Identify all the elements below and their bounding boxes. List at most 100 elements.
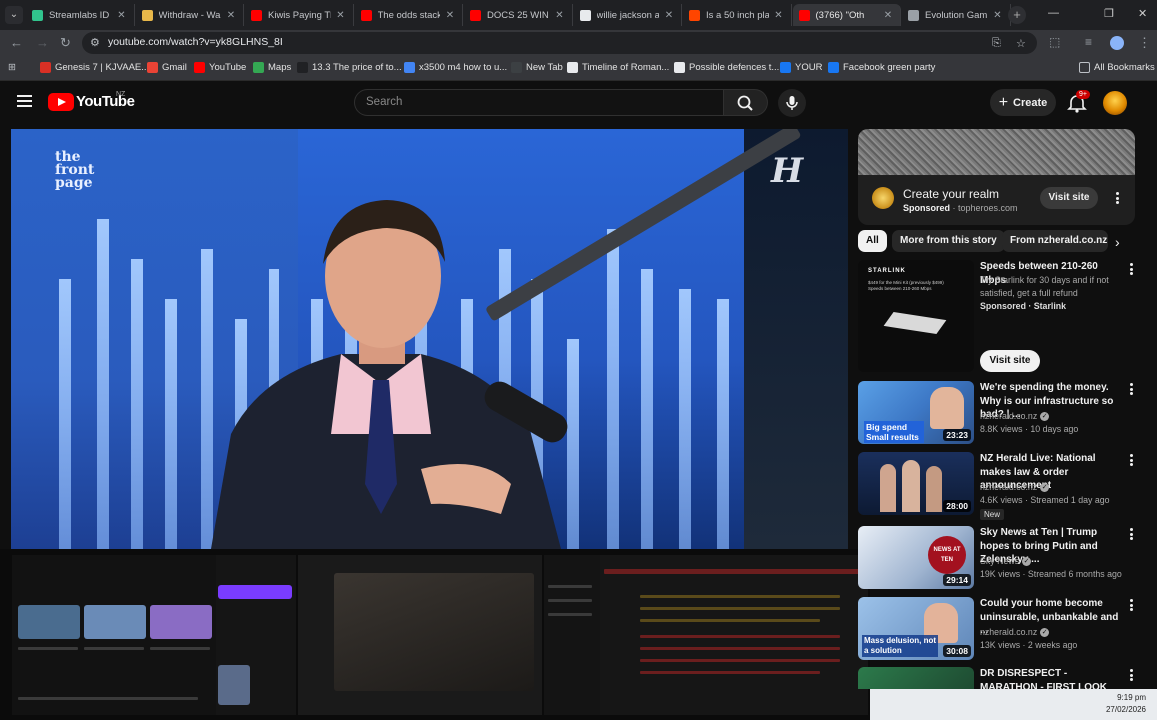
video-thumbnail[interactable] <box>858 667 974 689</box>
video-item[interactable]: Mass delusion, not a solution 30:08 Coul… <box>858 597 1143 665</box>
video-item[interactable]: DR DISRESPECT - MARATHON - FIRST LOOK GA… <box>858 667 1143 689</box>
profile-icon[interactable] <box>1110 36 1124 50</box>
sponsored-video-item[interactable]: STARLINK $449 for the Mini Kit (previous… <box>858 260 1143 376</box>
video-title[interactable]: DR DISRESPECT - MARATHON - FIRST LOOK GA… <box>980 667 1120 689</box>
video-item[interactable]: Big spend Small results 23:23 We're spen… <box>858 381 1143 449</box>
browser-tab[interactable]: Kiwis Paying Tho ✕ <box>245 4 354 26</box>
browser-tab[interactable]: Is a 50 inch plas ✕ <box>683 4 792 26</box>
search-box[interactable] <box>354 89 724 116</box>
tab-close-icon[interactable]: ✕ <box>444 10 456 21</box>
back-icon[interactable]: ← <box>10 35 23 50</box>
system-clock[interactable]: 9:19 pm 27/02/2026 <box>1106 692 1146 716</box>
account-avatar[interactable] <box>1103 91 1127 115</box>
video-more-options-icon[interactable] <box>1128 263 1134 277</box>
channel-link[interactable]: Sky News <box>980 556 1019 566</box>
bookmark-item[interactable]: 13.3 The price of to... <box>297 62 402 73</box>
video-item[interactable]: 28:00 NZ Herald Live: National makes law… <box>858 452 1143 520</box>
browser-tab[interactable]: The odds stacke✕ <box>355 4 463 26</box>
browser-tab[interactable]: (3766) "Oth ✕ <box>792 4 901 26</box>
search-button[interactable] <box>724 89 768 116</box>
omnibox[interactable]: ⚙ youtube.com/watch?v=yk8GLHNS_8I ⎘ ☆ <box>82 32 1037 54</box>
tab-search-menu-icon[interactable]: ⌄ <box>5 6 23 24</box>
bookmark-item[interactable]: Facebook green party <box>828 62 935 73</box>
video-thumbnail[interactable]: 28:00 <box>858 452 974 515</box>
channel-link[interactable]: nzherald.co.nz <box>980 627 1037 637</box>
channel-name[interactable]: nzherald.co.nz ✓ <box>980 410 1050 423</box>
create-button[interactable]: + Create <box>990 89 1056 116</box>
chevron-right-icon[interactable]: › <box>1115 234 1120 250</box>
video-more-options-icon[interactable] <box>1128 669 1134 683</box>
bookmark-item[interactable]: Possible defences t... <box>674 62 779 73</box>
starlink-dish-image <box>883 312 947 334</box>
browser-tab[interactable]: Streamlabs ID - ✕ <box>26 4 135 26</box>
extensions-icon[interactable]: ⬚ <box>1049 35 1060 49</box>
search-input[interactable] <box>366 96 706 108</box>
channel-name[interactable]: Sky News ✓ <box>980 555 1032 568</box>
chip-all[interactable]: All <box>858 230 887 252</box>
channel-name[interactable]: nzherald.co.nz ✓ <box>980 626 1050 639</box>
ad-visit-site-button[interactable]: Visit site <box>1040 187 1098 209</box>
video-thumbnail[interactable]: STARLINK $449 for the Mini Kit (previous… <box>858 260 974 372</box>
tab-close-icon[interactable]: ✕ <box>992 10 1004 21</box>
reload-icon[interactable]: ↻ <box>60 35 71 51</box>
bookmark-item[interactable]: YOUR <box>780 62 822 73</box>
new-tab-button[interactable]: + <box>1008 6 1026 24</box>
install-app-icon[interactable]: ⎘ <box>992 37 1001 50</box>
video-thumbnail[interactable]: Big spend Small results 23:23 <box>858 381 974 444</box>
ad-banner-image[interactable] <box>858 129 1135 175</box>
tab-close-icon[interactable]: ✕ <box>882 10 894 21</box>
minimize-icon[interactable]: — <box>1048 7 1059 19</box>
forward-icon[interactable]: → <box>36 35 49 50</box>
ad-title[interactable]: Create your realm <box>903 187 999 201</box>
browser-tab[interactable]: Evolution Gam ✕ <box>902 4 1011 26</box>
bookmark-star-icon[interactable]: ☆ <box>1016 37 1026 50</box>
youtube-logo-icon[interactable] <box>48 93 74 111</box>
voice-search-button[interactable] <box>778 89 806 117</box>
browser-tab[interactable]: Withdraw - Wall ✕ <box>136 4 244 26</box>
channel-link[interactable]: nzherald.co.nz <box>980 482 1037 492</box>
create-label: Create <box>1013 96 1048 109</box>
close-window-icon[interactable]: ✕ <box>1138 7 1147 20</box>
browser-menu-icon[interactable]: ⋮ <box>1138 35 1151 51</box>
bookmark-item[interactable]: Genesis 7 | KJVAAE... <box>40 62 149 73</box>
channel-name[interactable]: nzherald.co.nz ✓ <box>980 481 1050 494</box>
site-info-icon[interactable]: ⚙ <box>90 36 104 50</box>
browser-tab[interactable]: DOCS 25 WIN ✕ <box>464 4 573 26</box>
youtube-wordmark[interactable]: YouTube <box>76 93 135 110</box>
bookmark-item[interactable]: Timeline of Roman... <box>567 62 669 73</box>
ad-more-options-icon[interactable] <box>1114 192 1120 206</box>
guide-menu-icon[interactable] <box>17 95 32 107</box>
tab-close-icon[interactable]: ✕ <box>116 10 128 21</box>
bookmark-label: Maps <box>268 62 292 73</box>
reading-list-icon[interactable]: ≡ <box>1085 35 1092 49</box>
backdrop-light-bar <box>97 219 109 549</box>
channel-link[interactable]: nzherald.co.nz <box>980 411 1037 421</box>
tab-close-icon[interactable]: ✕ <box>335 10 347 21</box>
bookmark-item[interactable]: Maps <box>253 62 291 73</box>
bookmark-item[interactable]: YouTube <box>194 62 246 73</box>
tab-close-icon[interactable]: ✕ <box>554 10 566 21</box>
restore-icon[interactable]: ❐ <box>1104 7 1114 20</box>
url-text[interactable]: youtube.com/watch?v=yk8GLHNS_8I <box>108 36 283 48</box>
starlink-visit-site-button[interactable]: Visit site <box>980 350 1040 372</box>
bookmark-item[interactable]: x3500 m4 how to u... <box>404 62 507 73</box>
tab-close-icon[interactable]: ✕ <box>773 10 785 21</box>
apps-grid-icon[interactable]: ⊞ <box>8 62 16 73</box>
bookmark-item[interactable]: Gmail <box>147 62 187 73</box>
video-item[interactable]: NEWS AT TEN 29:14 Sky News at Ten | Trum… <box>858 526 1143 594</box>
video-more-options-icon[interactable] <box>1128 454 1134 468</box>
video-more-options-icon[interactable] <box>1128 599 1134 613</box>
video-more-options-icon[interactable] <box>1128 528 1134 542</box>
tab-close-icon[interactable]: ✕ <box>225 10 237 21</box>
chip-from-nzherald[interactable]: From nzherald.co.nz <box>1002 230 1108 252</box>
bookmark-item[interactable]: New Tab <box>511 62 563 73</box>
ad-card[interactable]: Create your realm Sponsored · topheroes.… <box>858 129 1135 225</box>
all-bookmarks-link[interactable]: All Bookmarks <box>1079 62 1155 73</box>
video-thumbnail[interactable]: NEWS AT TEN 29:14 <box>858 526 974 589</box>
video-player[interactable]: the front page H <box>11 129 848 549</box>
chip-more-from-story[interactable]: More from this story <box>892 230 1005 252</box>
browser-tab[interactable]: willie jackson ag ✕ <box>574 4 682 26</box>
tab-close-icon[interactable]: ✕ <box>663 10 675 21</box>
video-more-options-icon[interactable] <box>1128 383 1134 397</box>
video-thumbnail[interactable]: Mass delusion, not a solution 30:08 <box>858 597 974 660</box>
